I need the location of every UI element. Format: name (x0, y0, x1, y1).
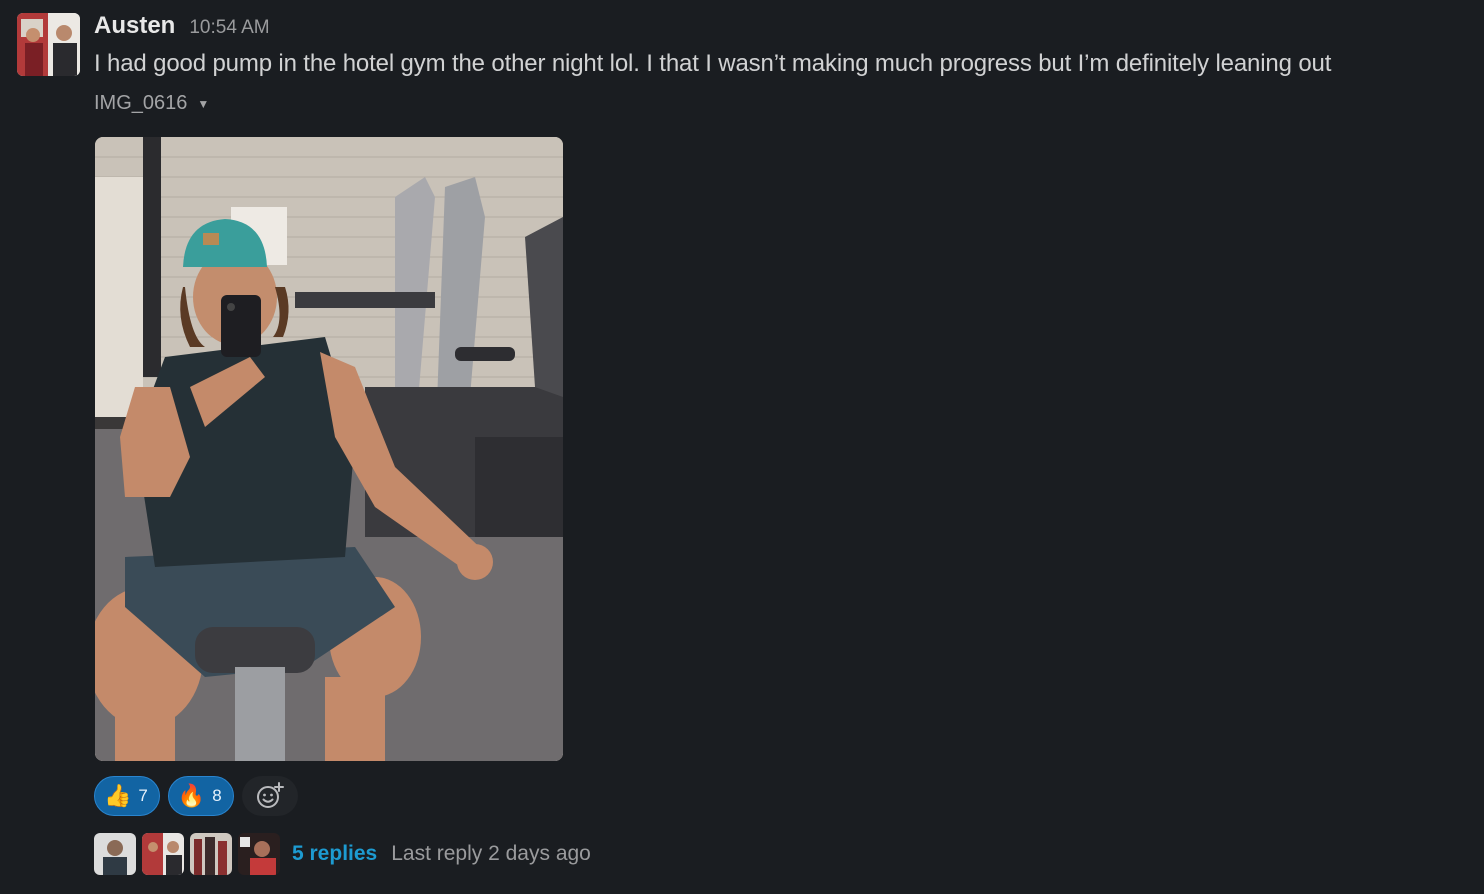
thread-replies-link[interactable]: 5 replies (292, 842, 377, 866)
message-text: I had good pump in the hotel gym the oth… (94, 50, 1332, 77)
fire-icon: 🔥 (177, 783, 206, 808)
reply-avatar[interactable] (238, 833, 280, 875)
attachment-image[interactable] (95, 137, 563, 761)
reaction-count: 7 (138, 786, 148, 805)
reply-avatar[interactable] (142, 833, 184, 875)
reactions-bar: 👍 7 🔥 8 (94, 776, 298, 816)
message-item: Austen 10:54 AM I had good pump in the h… (0, 0, 1484, 894)
thread-summary[interactable]: 5 replies Last reply 2 days ago (94, 832, 591, 876)
attachment-toggle[interactable]: IMG_0616 ▼ (94, 92, 209, 115)
author-avatar[interactable] (17, 13, 80, 76)
reaction-fire[interactable]: 🔥 8 (167, 776, 234, 816)
message-content: Austen 10:54 AM I had good pump in the h… (94, 12, 1484, 115)
author-name[interactable]: Austen (94, 12, 175, 40)
reaction-thumbs-up[interactable]: 👍 7 (94, 776, 160, 816)
add-emoji-icon (256, 782, 284, 808)
thumbs-up-icon: 👍 (104, 783, 132, 808)
add-reaction-button[interactable] (241, 776, 298, 816)
message-timestamp[interactable]: 10:54 AM (189, 17, 269, 39)
reply-avatar[interactable] (94, 833, 136, 875)
message-header: Austen 10:54 AM (94, 12, 1484, 42)
attachment-file-name: IMG_0616 (94, 92, 188, 114)
last-reply-time: Last reply 2 days ago (391, 842, 591, 865)
reply-avatar[interactable] (190, 833, 232, 875)
chevron-down-icon: ▼ (197, 96, 210, 111)
reaction-count: 8 (212, 786, 222, 805)
